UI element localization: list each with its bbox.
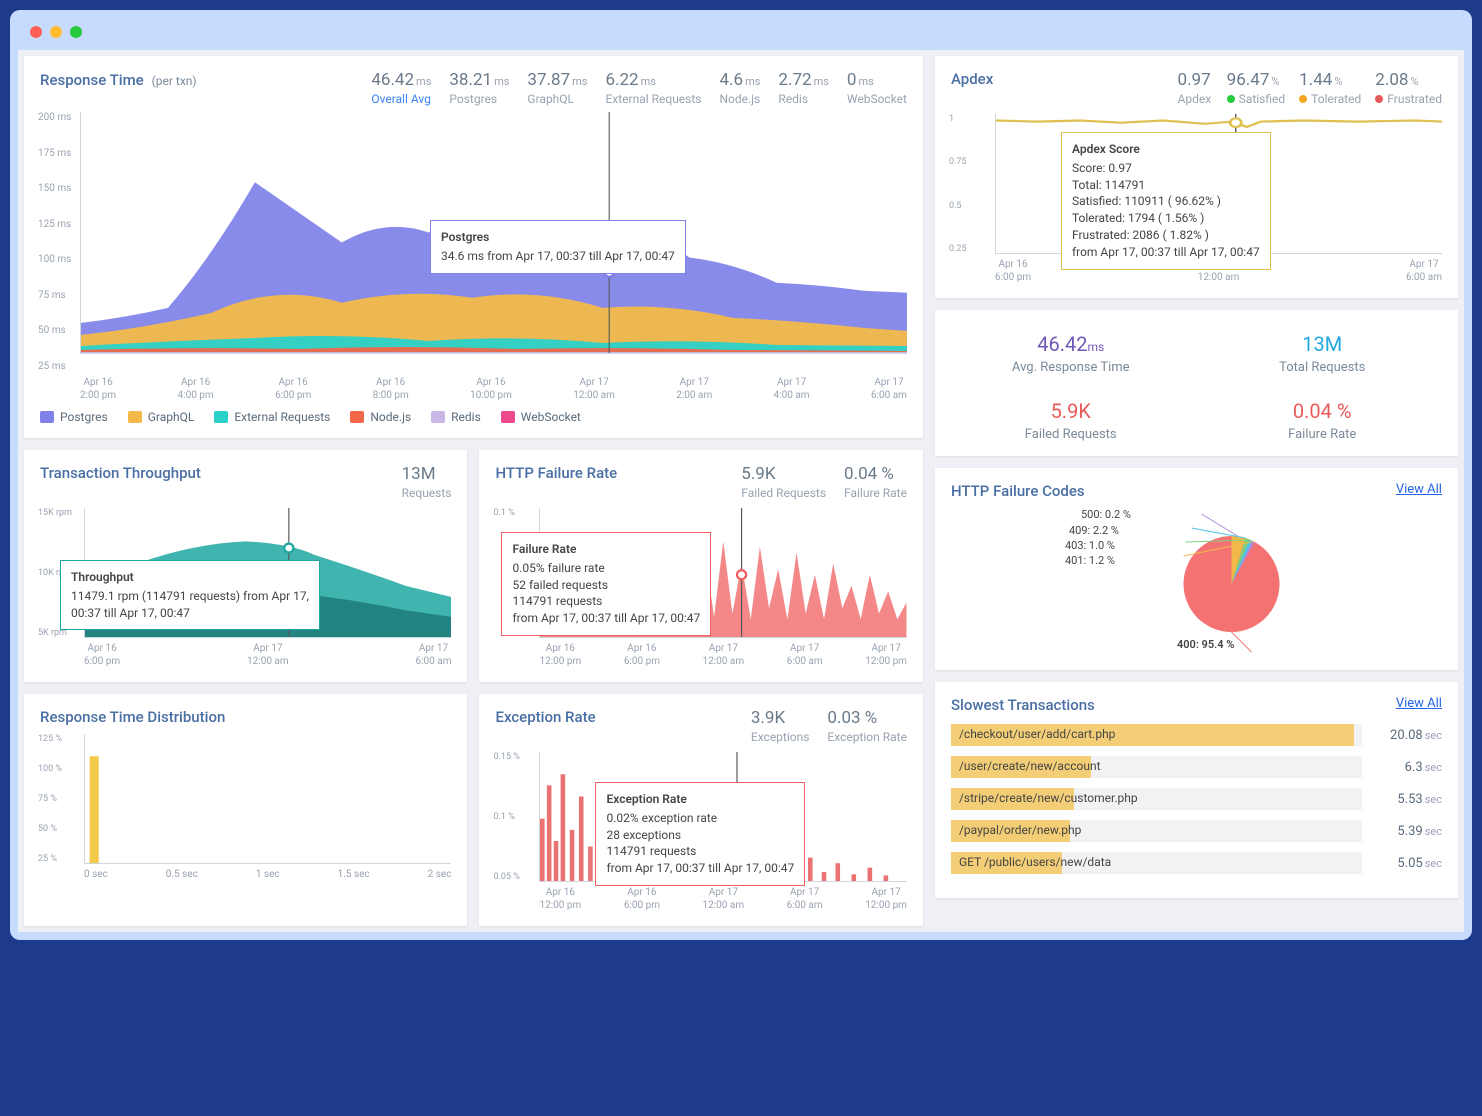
legend-item[interactable]: External Requests <box>214 410 330 424</box>
slow-transaction-row[interactable]: /paypal/order/new.php5.39sec <box>951 820 1442 842</box>
panel-title: Slowest Transactions <box>951 696 1095 714</box>
throughput-chart[interactable]: 15K rpm10K rpm5K rpm Throughput 114 <box>40 508 451 638</box>
kpi-avg-response: 46.42ms Avg. Response Time <box>951 332 1191 375</box>
chart-tooltip: Exception Rate 0.02% exception rate28 ex… <box>595 782 805 886</box>
metric: 3.9KExceptions <box>751 708 810 744</box>
panel-response-distribution: Response Time Distribution 125 %100 %75 … <box>24 694 467 926</box>
view-all-link[interactable]: View All <box>1396 696 1442 711</box>
panel-title: Response Time <box>40 71 144 89</box>
slow-transaction-row[interactable]: /stripe/create/new/customer.php5.53sec <box>951 788 1442 810</box>
metric: 4.6msNode.js <box>719 70 760 106</box>
metric: 0.03 %Exception Rate <box>827 708 907 744</box>
metric: 5.9KFailed Requests <box>741 464 826 500</box>
apdex-chart[interactable]: 10.750.50.25 Apdex Score Score: 0.97Tota… <box>951 114 1442 254</box>
slow-transaction-row[interactable]: GET /public/users/new/data5.05sec <box>951 852 1442 874</box>
close-icon[interactable] <box>30 26 42 38</box>
window-titlebar <box>18 18 1464 50</box>
panel-failure-codes: HTTP Failure Codes View All <box>935 468 1458 670</box>
chart-tooltip: Throughput 11479.1 rpm (114791 requests)… <box>60 560 320 630</box>
minimize-icon[interactable] <box>50 26 62 38</box>
panel-title: Exception Rate <box>495 708 595 726</box>
chart-legend: Postgres GraphQL External Requests Node.js R… <box>40 410 907 424</box>
metric: 46.42msOverall Avg <box>371 70 431 106</box>
legend-item[interactable]: Node.js <box>350 410 411 424</box>
metric: 0.97Apdex <box>1178 70 1213 106</box>
panel-subtitle: (per txn) <box>152 74 197 88</box>
maximize-icon[interactable] <box>70 26 82 38</box>
view-all-link[interactable]: View All <box>1396 482 1442 497</box>
panel-http-failure: HTTP Failure Rate 5.9KFailed Requests 0.0… <box>479 450 922 682</box>
metric: 2.08%Frustrated <box>1375 70 1442 106</box>
legend-item[interactable]: WebSocket <box>501 410 581 424</box>
panel-title: Response Time Distribution <box>40 708 225 726</box>
panel-throughput: Transaction Throughput 13M Requests 15K … <box>24 450 467 682</box>
app-window: Response Time (per txn) 46.42msOverall A… <box>10 10 1472 940</box>
metric: 6.22msExternal Requests <box>605 70 701 106</box>
metric: 0.04 %Failure Rate <box>844 464 907 500</box>
chart-tooltip: Apdex Score Score: 0.97Total: 114791Sati… <box>1061 132 1271 270</box>
dashboard-grid: Response Time (per txn) 46.42msOverall A… <box>18 50 1464 932</box>
panel-apdex: Apdex 0.97Apdex 96.47%Satisfied 1.44%Toler… <box>935 56 1458 298</box>
distribution-chart[interactable]: 125 %100 %75 %50 %25 % <box>40 734 451 864</box>
metric: 96.47%Satisfied <box>1227 70 1285 106</box>
metric: 0msWebSocket <box>847 70 907 106</box>
chart-tooltip: Postgres 34.6 ms from Apr 17, 00:37 till… <box>430 220 686 274</box>
metric: 1.44%Tolerated <box>1299 70 1361 106</box>
panel-title: HTTP Failure Rate <box>495 464 617 482</box>
legend-item[interactable]: Postgres <box>40 410 108 424</box>
http-failure-chart[interactable]: 0.1 % Failure Rate 0.05% failure rate52 … <box>495 508 906 638</box>
panel-kpi: 46.42ms Avg. Response Time 13M Total Req… <box>935 310 1458 456</box>
metric: 38.21msPostgres <box>449 70 509 106</box>
metric: 37.87msGraphQL <box>527 70 587 106</box>
panel-exception-rate: Exception Rate 3.9KExceptions 0.03 %Excep… <box>479 694 922 926</box>
slow-transaction-row[interactable]: /user/create/new/account6.3sec <box>951 756 1442 778</box>
panel-title: Transaction Throughput <box>40 464 201 482</box>
kpi-failed-requests: 5.9K Failed Requests <box>951 399 1191 442</box>
exception-chart[interactable]: 0.15 %0.1 %0.05 % <box>495 752 906 882</box>
panel-response-time: Response Time (per txn) 46.42msOverall A… <box>24 56 923 438</box>
chart-tooltip: Failure Rate 0.05% failure rate52 failed… <box>501 532 711 636</box>
kpi-failure-rate: 0.04 % Failure Rate <box>1202 399 1442 442</box>
panel-title: Apdex <box>951 70 993 88</box>
kpi-total-requests: 13M Total Requests <box>1202 332 1442 375</box>
metric: 2.72msRedis <box>778 70 828 106</box>
metric-strip: 46.42msOverall Avg 38.21msPostgres 37.87ms… <box>371 70 907 106</box>
response-time-chart[interactable]: 200 ms175 ms150 ms125 ms100 ms75 ms50 ms… <box>40 112 907 372</box>
panel-title: HTTP Failure Codes <box>951 482 1085 500</box>
slow-transaction-row[interactable]: /checkout/user/add/cart.php20.08sec <box>951 724 1442 746</box>
panel-slowest: Slowest Transactions View All /checkout/… <box>935 682 1458 898</box>
legend-item[interactable]: GraphQL <box>128 410 195 424</box>
legend-item[interactable]: Redis <box>431 410 481 424</box>
failure-codes-pie[interactable]: 500: 0.2 % 409: 2.2 % 403: 1.0 % 401: 1.… <box>951 506 1442 656</box>
